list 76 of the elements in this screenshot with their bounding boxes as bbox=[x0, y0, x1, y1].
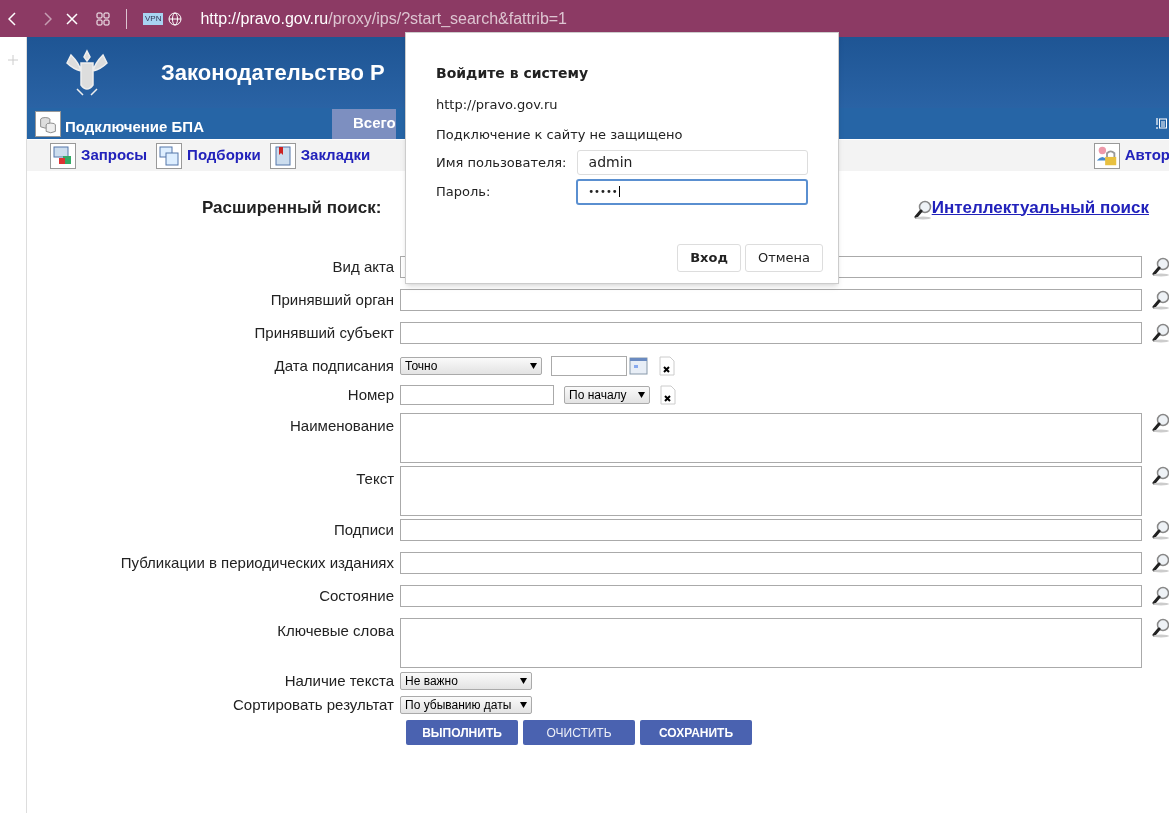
toolbar-link[interactable]: Запросы bbox=[81, 144, 148, 167]
windows-icon[interactable] bbox=[156, 142, 183, 169]
field-label: Текст bbox=[355, 469, 395, 489]
date-input-field[interactable] bbox=[551, 356, 627, 376]
select-dropdown[interactable]: По убыванию даты bbox=[400, 696, 532, 714]
clear-icon[interactable] bbox=[659, 356, 675, 376]
field-label: Сортировать результат bbox=[232, 694, 395, 715]
select-dropdown[interactable]: Не важно bbox=[400, 672, 532, 690]
textarea-field[interactable] bbox=[400, 413, 1142, 463]
close-icon[interactable] bbox=[66, 12, 78, 25]
select-dropdown[interactable]: По началу bbox=[564, 386, 650, 404]
list-icon[interactable] bbox=[1156, 118, 1167, 129]
auth-link[interactable]: Автор bbox=[1124, 144, 1169, 167]
search-title: Расширенный поиск: bbox=[202, 196, 382, 219]
dialog-button[interactable]: Отмена bbox=[744, 244, 823, 272]
smart-search-link[interactable]: Интеллектуальный поиск bbox=[931, 194, 1149, 220]
dialog-warning: Подключение к сайту не защищено bbox=[436, 125, 684, 144]
field-label: Принявший субъект bbox=[253, 322, 395, 343]
magnifier-icon[interactable] bbox=[1152, 466, 1169, 486]
user-lock-icon[interactable] bbox=[1093, 142, 1120, 169]
dropdown-arrow-icon bbox=[520, 678, 527, 684]
field-label: Ключевые слова bbox=[276, 621, 395, 641]
dropdown-arrow-icon bbox=[638, 392, 645, 398]
action-button[interactable]: СОХРАНИТЬ bbox=[640, 720, 752, 745]
magnifier-icon[interactable] bbox=[1152, 323, 1169, 343]
vpn-badge[interactable]: VPN bbox=[143, 12, 164, 25]
magnifier-icon[interactable] bbox=[913, 200, 932, 220]
field-label: Дата подписания bbox=[273, 355, 395, 376]
toolbar-link[interactable]: Подборки bbox=[187, 144, 261, 167]
input-field[interactable] bbox=[400, 552, 1142, 574]
grid-icon[interactable] bbox=[96, 11, 110, 26]
input-field[interactable] bbox=[400, 322, 1142, 344]
field-label: Вид акта bbox=[331, 256, 395, 277]
field-label: Наименование bbox=[289, 416, 395, 436]
input-field[interactable] bbox=[400, 385, 554, 405]
address-bar[interactable]: http://pravo.gov.ru/proxy/ips/?start_search&fattrib=1 bbox=[200, 6, 567, 31]
bookmark-page-icon[interactable] bbox=[269, 142, 296, 169]
dropdown-arrow-icon bbox=[530, 363, 537, 369]
connection-label[interactable]: Подключение БПА bbox=[65, 115, 204, 138]
database-icon[interactable] bbox=[35, 111, 61, 137]
dialog-button[interactable]: Вход bbox=[677, 244, 741, 272]
field-label: Наличие текста bbox=[283, 670, 395, 691]
magnifier-icon[interactable] bbox=[1152, 553, 1169, 573]
action-button[interactable]: ВЫПОЛНИТЬ bbox=[406, 720, 518, 745]
magnifier-icon[interactable] bbox=[1152, 520, 1169, 540]
select-dropdown[interactable]: Точно bbox=[400, 357, 542, 375]
field-label: Принявший орган bbox=[269, 289, 395, 310]
textarea-field[interactable] bbox=[400, 466, 1142, 516]
forward-icon[interactable] bbox=[44, 11, 52, 26]
password-label: Пароль: bbox=[436, 183, 492, 202]
globe-icon bbox=[168, 11, 183, 26]
magnifier-icon[interactable] bbox=[1152, 257, 1169, 277]
clear-icon[interactable] bbox=[660, 385, 676, 405]
magnifier-icon[interactable] bbox=[1152, 618, 1169, 638]
windows-cube-icon[interactable] bbox=[50, 142, 76, 169]
calendar-icon[interactable] bbox=[629, 356, 649, 376]
magnifier-icon[interactable] bbox=[1152, 290, 1169, 310]
site-title: Законодательство Р bbox=[161, 59, 385, 87]
username-field[interactable]: admin bbox=[576, 150, 808, 175]
dropdown-arrow-icon bbox=[520, 702, 527, 708]
dialog-site: http://pravo.gov.ru bbox=[436, 96, 559, 114]
input-field[interactable] bbox=[400, 585, 1142, 607]
back-icon[interactable] bbox=[8, 11, 16, 26]
dialog-title: Войдите в систему bbox=[436, 64, 590, 83]
password-field[interactable]: ••••• bbox=[576, 179, 808, 205]
toolbar-link[interactable]: Закладки bbox=[300, 144, 371, 167]
input-field[interactable] bbox=[400, 289, 1142, 311]
textarea-field[interactable] bbox=[400, 618, 1142, 668]
username-label: Имя пользователя: bbox=[436, 153, 568, 172]
field-label: Подписи bbox=[333, 519, 395, 540]
magnifier-icon[interactable] bbox=[1152, 413, 1169, 433]
field-label: Номер bbox=[346, 384, 395, 405]
input-field[interactable] bbox=[400, 519, 1142, 541]
magnifier-icon[interactable] bbox=[1152, 586, 1169, 606]
field-label: Публикации в периодических изданиях bbox=[119, 552, 395, 573]
field-label: Состояние bbox=[318, 585, 395, 606]
